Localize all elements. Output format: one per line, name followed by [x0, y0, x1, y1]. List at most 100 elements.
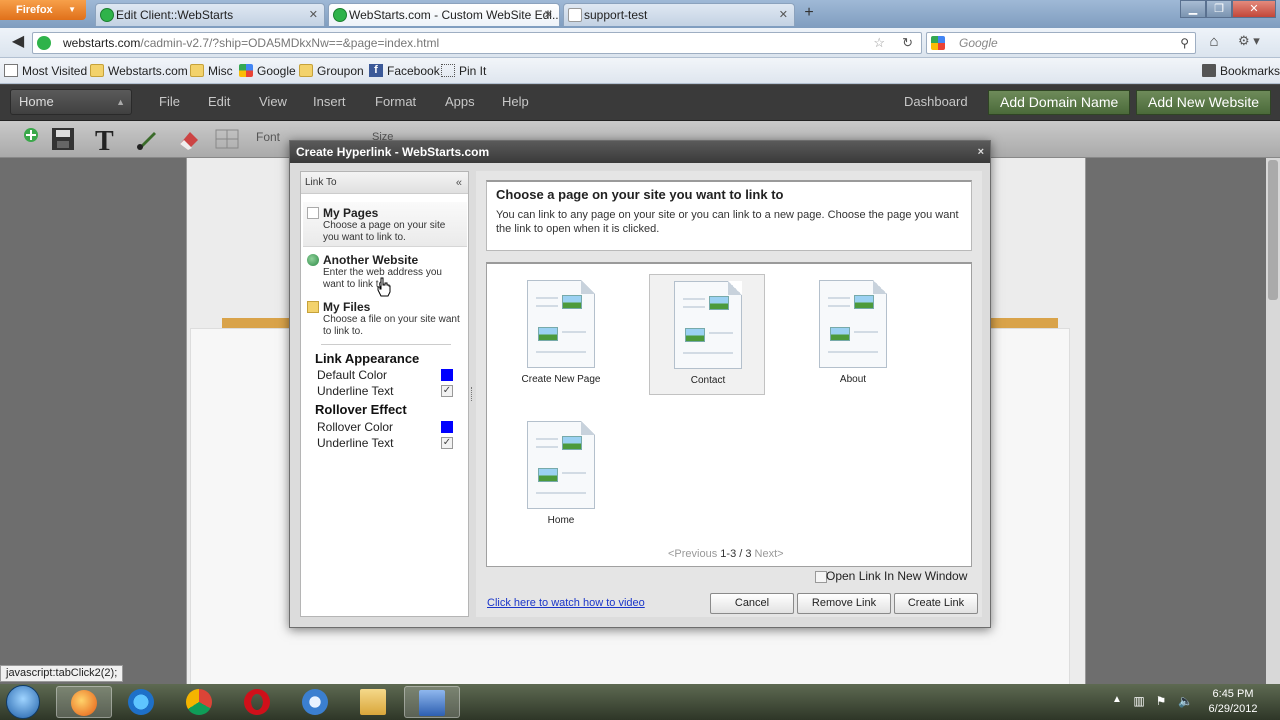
option-title: Another Website: [323, 253, 419, 267]
scrollbar-thumb[interactable]: [1268, 160, 1278, 300]
add-new-website-button[interactable]: Add New Website: [1136, 90, 1272, 115]
page-tile-home[interactable]: Home: [503, 415, 619, 536]
folder-icon: [299, 64, 313, 77]
canvas-scrollbar[interactable]: [1266, 158, 1280, 686]
volume-icon[interactable]: 🔈: [1178, 694, 1193, 708]
open-in-new-window-label[interactable]: Open Link In New Window: [826, 569, 967, 583]
save-icon[interactable]: [50, 126, 76, 152]
taskbar-explorer[interactable]: [346, 686, 402, 718]
reload-icon[interactable]: ↻: [902, 33, 913, 53]
windows-start-icon[interactable]: [6, 685, 40, 719]
network-icon[interactable]: ▥: [1132, 694, 1146, 708]
search-bar[interactable]: Google ⚲: [926, 32, 1196, 54]
create-hyperlink-dialog: Create Hyperlink - WebStarts.com × Link …: [289, 140, 991, 628]
page-tile-about[interactable]: About: [795, 274, 911, 395]
menu-file[interactable]: File: [159, 85, 180, 119]
bookmark-misc[interactable]: Misc: [190, 58, 233, 84]
firefox-menu-button[interactable]: Firefox ▼: [0, 0, 86, 20]
eraser-icon[interactable]: [176, 126, 202, 152]
url-text[interactable]: webstarts.com/cadmin-v2.7/?ship=ODA5MDkx…: [63, 33, 439, 53]
table-icon[interactable]: [214, 126, 240, 152]
pager-previous[interactable]: <Previous: [668, 548, 717, 560]
rollover-underline-checkbox[interactable]: ✓: [441, 437, 453, 449]
text-tool-icon[interactable]: T: [93, 126, 119, 157]
pager-range: 1-3 / 3: [720, 548, 752, 560]
bookmark-groupon[interactable]: Groupon: [299, 58, 364, 84]
close-tab-icon[interactable]: ✕: [544, 4, 553, 26]
link-to-pane: Link To « My Pages Choose a page on your…: [300, 171, 469, 617]
minimize-window-icon[interactable]: ▁: [1180, 0, 1206, 18]
bookmark-google[interactable]: Google: [239, 58, 296, 84]
tab-support-test[interactable]: support-test ✕: [563, 3, 795, 26]
divider: [321, 344, 451, 345]
link-option-my-pages[interactable]: My Pages Choose a page on your site you …: [303, 202, 467, 247]
page-tile-label: Create New Page: [521, 374, 601, 385]
taskbar-firefox[interactable]: [56, 686, 112, 718]
page-tile-create-new-page[interactable]: Create New Page: [503, 274, 619, 395]
page-tile-contact[interactable]: Contact: [649, 274, 765, 395]
dialog-title-bar[interactable]: Create Hyperlink - WebStarts.com ×: [290, 141, 990, 163]
new-tab-plus-icon[interactable]: +: [796, 3, 822, 25]
addon-icon[interactable]: ⚙ ▾: [1238, 33, 1274, 53]
bookmarks-icon: [1202, 64, 1216, 77]
default-color-swatch[interactable]: [441, 369, 453, 381]
close-tab-icon[interactable]: ✕: [309, 4, 318, 26]
collapse-icon[interactable]: «: [456, 172, 462, 194]
bookmarks-menu[interactable]: Bookmarks: [1202, 58, 1280, 84]
menu-edit[interactable]: Edit: [208, 85, 230, 119]
url-bar[interactable]: webstarts.com/cadmin-v2.7/?ship=ODA5MDkx…: [32, 32, 922, 54]
tab-custom-website-editor[interactable]: WebStarts.com - Custom WebSite Edi... ✕: [328, 3, 560, 26]
magnifier-icon[interactable]: ⚲: [1180, 33, 1189, 53]
cancel-button[interactable]: Cancel: [710, 593, 794, 614]
system-clock[interactable]: 6:45 PM 6/29/2012: [1198, 687, 1268, 717]
menu-view[interactable]: View: [259, 85, 287, 119]
bookmark-star-icon[interactable]: ☆: [873, 33, 885, 53]
bookmarks-toolbar: Most Visited Webstarts.com Misc Google G…: [0, 58, 1280, 84]
page-tile-label: Home: [547, 515, 575, 526]
bookmark-facebook[interactable]: f Facebook: [369, 58, 440, 84]
rollover-color-swatch[interactable]: [441, 421, 453, 433]
home-icon[interactable]: ⌂: [1204, 33, 1224, 53]
add-domain-name-button[interactable]: Add Domain Name: [988, 90, 1131, 115]
close-window-icon[interactable]: ✕: [1232, 0, 1276, 18]
taskbar-safari[interactable]: [288, 686, 344, 718]
menu-insert[interactable]: Insert: [313, 85, 346, 119]
browser-tab-strip: Firefox ▼ Edit Client::WebStarts ✕ WebSt…: [0, 0, 1280, 28]
page-document-icon: [527, 421, 595, 509]
menu-format[interactable]: Format: [375, 85, 416, 119]
site-identity-icon[interactable]: [37, 36, 51, 50]
bookmark-pin-it[interactable]: Pin It: [441, 58, 486, 84]
link-to-header: Link To «: [301, 172, 468, 194]
bookmark-most-visited[interactable]: Most Visited: [4, 58, 87, 84]
firefox-icon: [71, 690, 97, 716]
how-to-video-link[interactable]: Click here to watch how to video: [487, 597, 645, 609]
show-hidden-icons-icon[interactable]: ▲: [1112, 694, 1122, 705]
remove-link-button[interactable]: Remove Link: [797, 593, 891, 614]
font-label[interactable]: Font: [256, 121, 280, 153]
add-element-icon[interactable]: [16, 126, 42, 152]
tab-edit-client[interactable]: Edit Client::WebStarts ✕: [95, 3, 325, 26]
close-icon[interactable]: ×: [978, 141, 984, 163]
page-select-dropdown[interactable]: Home ▲: [10, 89, 132, 115]
pager-next[interactable]: Next>: [755, 548, 784, 560]
dashboard-link[interactable]: Dashboard: [904, 85, 968, 119]
close-tab-icon[interactable]: ✕: [779, 4, 788, 26]
link-option-my-files[interactable]: My Files Choose a file on your site want…: [303, 296, 467, 341]
bookmark-webstarts[interactable]: Webstarts.com: [90, 58, 188, 84]
taskbar-internet-explorer[interactable]: [114, 686, 170, 718]
menu-help[interactable]: Help: [502, 85, 529, 119]
menu-apps[interactable]: Apps: [445, 85, 475, 119]
underline-text-checkbox[interactable]: ✓: [441, 385, 453, 397]
pane-splitter-handle[interactable]: [471, 387, 474, 401]
flag-icon[interactable]: ⚑: [1154, 694, 1168, 708]
back-arrow-icon[interactable]: ◀: [6, 31, 30, 55]
paint-brush-icon[interactable]: [134, 126, 160, 152]
maximize-window-icon[interactable]: ❐: [1206, 0, 1232, 18]
taskbar-opera[interactable]: [230, 686, 286, 718]
option-description: Choose a file on your site want to link …: [323, 314, 460, 337]
taskbar-chrome[interactable]: [172, 686, 228, 718]
google-icon[interactable]: [931, 36, 945, 50]
taskbar-video-recorder[interactable]: [404, 686, 460, 718]
create-link-button[interactable]: Create Link: [894, 593, 978, 614]
blank-page-favicon-icon: [568, 8, 582, 22]
